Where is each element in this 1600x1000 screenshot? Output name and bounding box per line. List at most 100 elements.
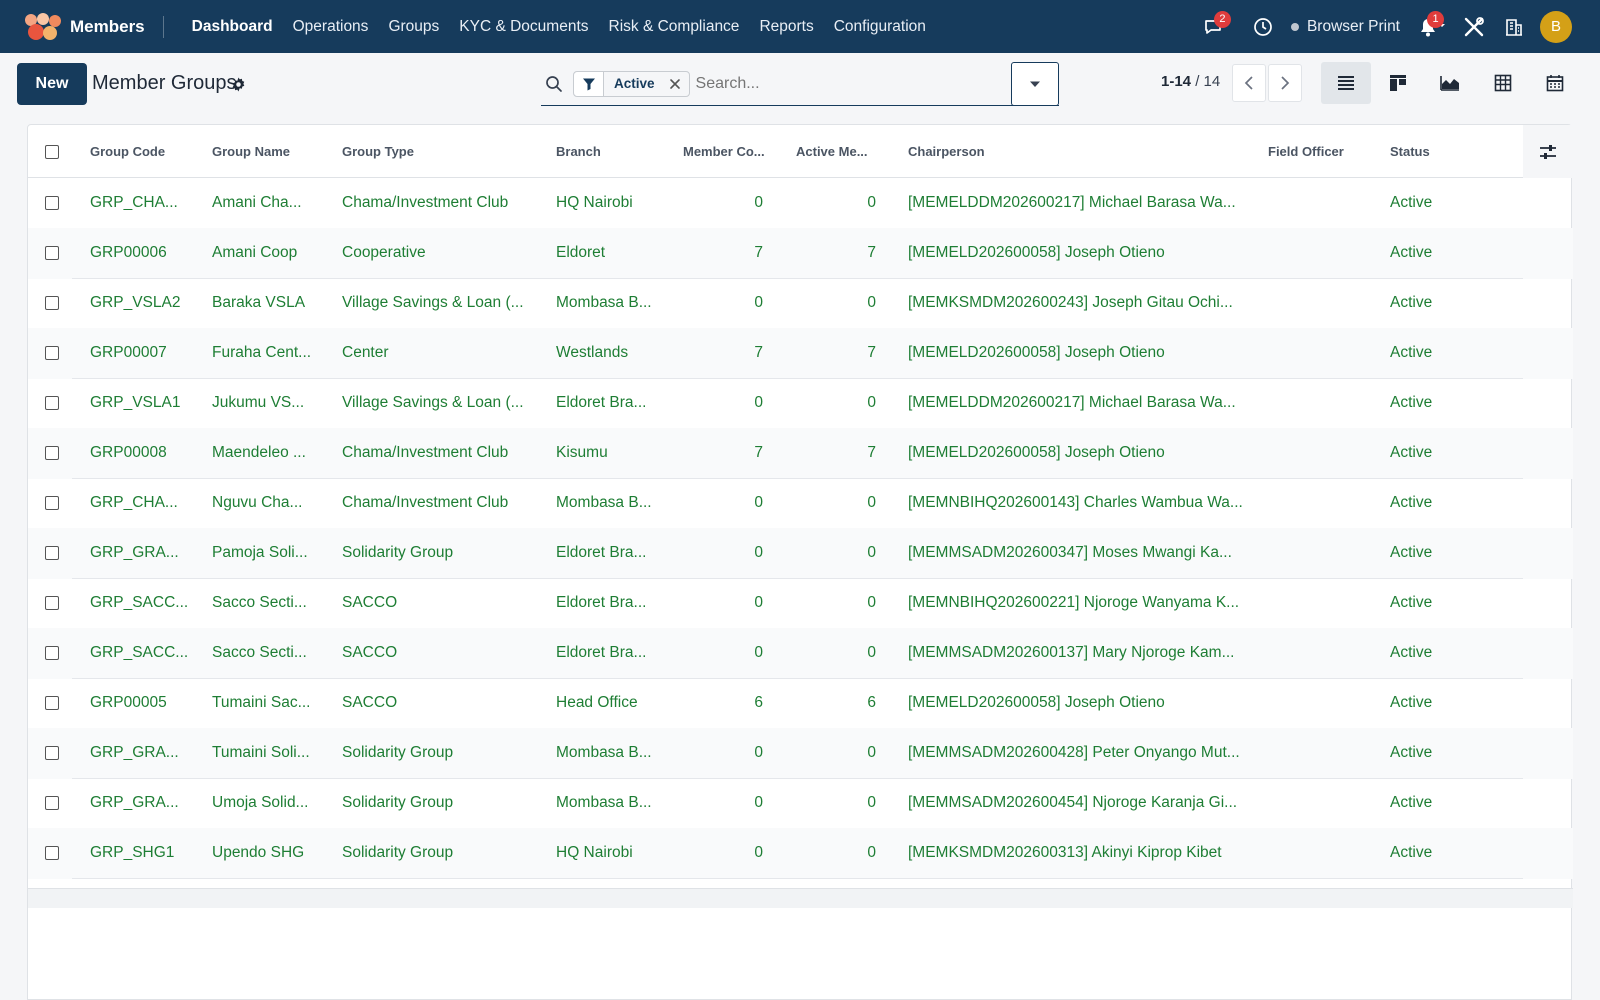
menu-kyc-documents[interactable]: KYC & Documents [449,18,598,36]
cell-group-name[interactable]: Amani Coop [212,228,337,278]
cell-active-members[interactable]: 0 [796,278,876,328]
cell-group-name[interactable]: Furaha Cent... [212,328,337,378]
cell-group-code[interactable]: GRP00007 [90,328,205,378]
search-input[interactable] [689,63,1059,104]
cell-status[interactable]: Active [1390,628,1500,678]
cell-branch[interactable]: Eldoret Bra... [556,578,676,628]
row-checkbox[interactable] [45,696,59,710]
row-checkbox[interactable] [45,396,59,410]
cell-status[interactable]: Active [1390,228,1500,278]
table-row[interactable]: GRP_SACC... Sacco Secti... SACCO Eldoret Br… [28,578,1573,629]
cell-active-members[interactable]: 7 [796,228,876,278]
row-checkbox[interactable] [45,346,59,360]
cell-member-count[interactable]: 7 [683,228,763,278]
cell-group-name[interactable]: Baraka VSLA [212,278,337,328]
select-all-checkbox[interactable] [45,144,59,159]
cell-chairperson[interactable]: [MEMMSADM202600428] Peter Onyango Mut... [908,728,1258,778]
cell-group-type[interactable]: SACCO [342,678,547,728]
cell-member-count[interactable]: 0 [683,828,763,878]
cell-field-officer[interactable] [1268,728,1378,778]
cell-group-type[interactable]: Center [342,328,547,378]
row-checkbox[interactable] [45,846,59,860]
search-button[interactable] [541,75,567,93]
cell-status[interactable]: Active [1390,828,1500,878]
user-avatar[interactable]: B [1540,10,1572,43]
cell-branch[interactable]: Kisumu [556,428,676,478]
table-row[interactable]: GRP_GRA... Umoja Solid... Solidarity Group… [28,778,1573,829]
cell-status[interactable]: Active [1390,678,1500,728]
view-calendar-button[interactable] [1530,62,1580,104]
header-group-code[interactable]: Group Code [90,125,165,178]
cell-group-type[interactable]: Village Savings & Loan (... [342,278,547,328]
cell-field-officer[interactable] [1268,278,1378,328]
cell-chairperson[interactable]: [MEMNBIHQ202600221] Njoroge Wanyama K... [908,578,1258,628]
cell-chairperson[interactable]: [MEMMSADM202600347] Moses Mwangi Ka... [908,528,1258,578]
cell-group-name[interactable]: Upendo SHG [212,828,337,878]
cell-group-name[interactable]: Sacco Secti... [212,628,337,678]
cell-member-count[interactable]: 0 [683,728,763,778]
remove-facet-button[interactable] [663,78,689,90]
cell-branch[interactable]: Mombasa B... [556,278,676,328]
pager-next-button[interactable] [1268,64,1302,102]
cell-group-code[interactable]: GRP_CHA... [90,478,205,528]
cell-active-members[interactable]: 0 [796,478,876,528]
cell-field-officer[interactable] [1268,678,1378,728]
cell-status[interactable]: Active [1390,178,1500,228]
cell-group-type[interactable]: Solidarity Group [342,828,547,878]
menu-dashboard[interactable]: Dashboard [182,18,283,36]
cell-branch[interactable]: Eldoret Bra... [556,528,676,578]
table-row[interactable]: GRP_GRA... Pamoja Soli... Solidarity Group… [28,528,1573,579]
cell-active-members[interactable]: 0 [796,378,876,428]
cell-field-officer[interactable] [1268,578,1378,628]
cell-active-members[interactable]: 0 [796,528,876,578]
cell-group-code[interactable]: GRP_GRA... [90,728,205,778]
menu-groups[interactable]: Groups [378,18,449,36]
cell-field-officer[interactable] [1268,628,1378,678]
pager-previous-button[interactable] [1232,64,1266,102]
cell-chairperson[interactable]: [MEMMSADM202600454] Njoroge Karanja Gi..… [908,778,1258,828]
cell-group-type[interactable]: SACCO [342,628,547,678]
cell-chairperson[interactable]: [MEMELD202600058] Joseph Otieno [908,228,1258,278]
cell-status[interactable]: Active [1390,528,1500,578]
row-checkbox[interactable] [45,596,59,610]
cell-group-name[interactable]: Pamoja Soli... [212,528,337,578]
tools-button[interactable] [1456,9,1492,45]
optional-columns-button[interactable] [1523,125,1573,178]
cell-active-members[interactable]: 6 [796,678,876,728]
cell-status[interactable]: Active [1390,378,1500,428]
view-pivot-button[interactable] [1478,62,1528,104]
table-row[interactable]: GRP00005 Tumaini Sac... SACCO Head Office 6 6… [28,678,1573,729]
cell-active-members[interactable]: 0 [796,578,876,628]
cell-chairperson[interactable]: [MEMELDDM202600217] Michael Barasa Wa... [908,178,1258,228]
cell-group-type[interactable]: Village Savings & Loan (... [342,378,547,428]
cell-status[interactable]: Active [1390,328,1500,378]
table-row[interactable]: GRP00006 Amani Coop Cooperative Eldoret 7 7 [M… [28,228,1573,279]
table-row[interactable]: GRP00008 Maendeleo ... Chama/Investment Cl… [28,428,1573,479]
cell-branch[interactable]: Head Office [556,678,676,728]
cell-member-count[interactable]: 0 [683,528,763,578]
cell-group-name[interactable]: Tumaini Sac... [212,678,337,728]
header-branch[interactable]: Branch [556,125,601,178]
cell-branch[interactable]: Eldoret Bra... [556,378,676,428]
cell-chairperson[interactable]: [MEMMSADM202600137] Mary Njoroge Kam... [908,628,1258,678]
cell-chairperson[interactable]: [MEMELD202600058] Joseph Otieno [908,428,1258,478]
row-checkbox[interactable] [45,446,59,460]
cell-group-name[interactable]: Maendeleo ... [212,428,337,478]
actions-gear-button[interactable] [231,77,246,96]
cell-group-code[interactable]: GRP_GRA... [90,528,205,578]
cell-branch[interactable]: Eldoret [556,228,676,278]
cell-member-count[interactable]: 6 [683,678,763,728]
cell-status[interactable]: Active [1390,478,1500,528]
cell-group-code[interactable]: GRP_GRA... [90,778,205,828]
cell-group-code[interactable]: GRP_SACC... [90,578,205,628]
cell-group-name[interactable]: Nguvu Cha... [212,478,337,528]
app-logo[interactable]: Members [24,12,145,42]
menu-configuration[interactable]: Configuration [824,18,936,36]
row-checkbox[interactable] [45,746,59,760]
cell-group-type[interactable]: Chama/Investment Club [342,478,547,528]
cell-active-members[interactable]: 0 [796,728,876,778]
cell-chairperson[interactable]: [MEMNBIHQ202600143] Charles Wambua Wa... [908,478,1258,528]
view-graph-button[interactable] [1425,62,1475,104]
cell-member-count[interactable]: 0 [683,628,763,678]
cell-active-members[interactable]: 0 [796,828,876,878]
